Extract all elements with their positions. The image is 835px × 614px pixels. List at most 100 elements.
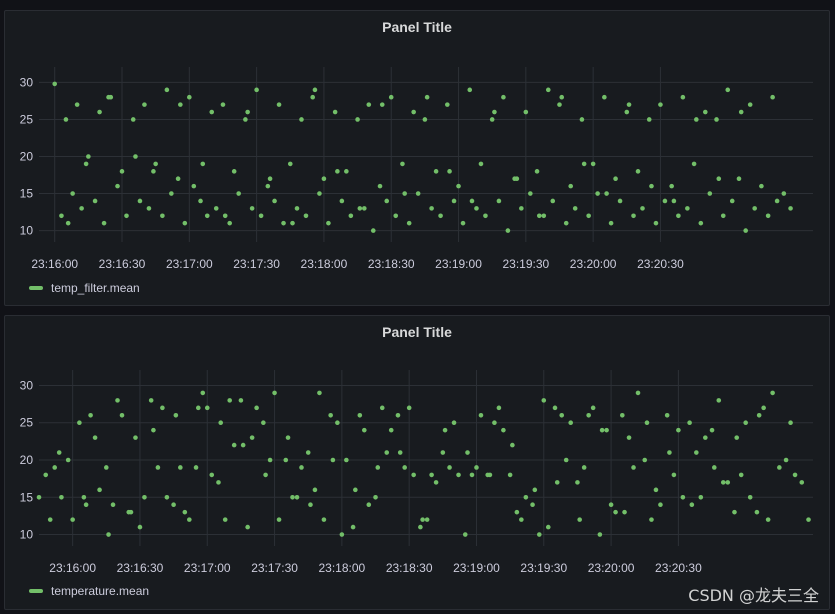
data-point xyxy=(305,450,311,455)
data-point xyxy=(541,398,547,403)
legend-label[interactable]: temperature.mean xyxy=(51,584,149,598)
x-tick-label: 23:19:30 xyxy=(520,561,567,575)
watermark: CSDN @龙夫三全 xyxy=(688,586,819,605)
data-point xyxy=(451,198,457,204)
data-point xyxy=(137,524,143,530)
x-tick-label: 23:18:30 xyxy=(386,561,433,575)
y-tick-label: 10 xyxy=(20,528,34,542)
data-point xyxy=(781,191,787,196)
x-tick-label: 23:18:30 xyxy=(368,257,415,271)
data-point xyxy=(303,213,309,219)
data-point xyxy=(613,176,618,182)
y-tick-label: 15 xyxy=(20,490,34,504)
data-point xyxy=(664,412,670,418)
data-point xyxy=(393,213,399,219)
data-point xyxy=(711,465,717,470)
data-point xyxy=(115,183,120,189)
data-point xyxy=(227,398,232,403)
data-point xyxy=(729,198,735,204)
data-point xyxy=(478,161,484,167)
data-point xyxy=(384,450,390,455)
data-point xyxy=(276,517,282,522)
data-point xyxy=(388,427,394,433)
data-point xyxy=(646,117,652,122)
data-point xyxy=(245,524,250,530)
data-point xyxy=(474,206,479,211)
data-point xyxy=(770,94,775,100)
data-point xyxy=(36,494,42,500)
data-point xyxy=(597,532,603,537)
data-point xyxy=(559,94,565,100)
data-point xyxy=(631,213,636,219)
data-point xyxy=(608,502,614,508)
data-point xyxy=(335,169,340,174)
data-point xyxy=(406,405,412,411)
legend[interactable]: temperature.mean xyxy=(29,584,149,598)
data-point xyxy=(146,206,152,211)
data-point xyxy=(424,517,430,522)
data-point xyxy=(624,109,630,115)
data-point xyxy=(173,412,179,418)
data-point xyxy=(171,502,176,508)
data-point xyxy=(119,169,125,174)
data-point xyxy=(507,472,513,478)
data-point xyxy=(245,109,250,115)
data-point xyxy=(175,176,181,182)
data-point xyxy=(680,94,686,100)
x-tick-label: 23:19:30 xyxy=(502,257,549,271)
data-point xyxy=(191,183,197,189)
data-point xyxy=(725,87,731,93)
data-point xyxy=(462,532,468,537)
data-point xyxy=(519,206,524,211)
series-temperature-mean xyxy=(36,390,811,537)
data-point xyxy=(151,427,156,433)
y-tick-label: 15 xyxy=(20,187,34,201)
data-point xyxy=(590,405,596,411)
data-point xyxy=(698,494,704,500)
data-point xyxy=(474,465,479,470)
data-point xyxy=(433,169,439,174)
data-point xyxy=(445,102,450,107)
data-point xyxy=(258,213,264,219)
data-point xyxy=(653,487,659,493)
data-point xyxy=(328,412,333,418)
data-point xyxy=(332,109,338,115)
data-point xyxy=(366,102,372,107)
data-point xyxy=(752,206,757,211)
data-point xyxy=(777,465,782,470)
legend[interactable]: temp_filter.mean xyxy=(29,281,140,295)
data-point xyxy=(182,220,188,226)
data-point xyxy=(765,213,771,219)
data-point xyxy=(595,191,600,196)
data-point xyxy=(492,109,497,115)
data-point xyxy=(317,191,322,196)
data-point xyxy=(411,472,416,478)
data-point xyxy=(714,117,719,122)
data-point xyxy=(195,405,201,411)
data-point xyxy=(694,117,699,122)
legend-swatch xyxy=(29,589,43,593)
data-point xyxy=(101,220,107,226)
data-point xyxy=(164,494,170,500)
data-point xyxy=(761,405,766,411)
data-point xyxy=(299,117,304,122)
x-tick-label: 23:17:30 xyxy=(233,257,280,271)
data-point xyxy=(720,480,726,485)
data-point xyxy=(83,161,89,167)
panel-temperature: Panel Title 10 15 20 25 30 23:16:00 23:16:30 23… xyxy=(4,315,830,610)
y-tick-label: 30 xyxy=(20,75,34,89)
data-point xyxy=(169,191,174,196)
data-point xyxy=(554,480,560,485)
data-point xyxy=(294,494,300,500)
legend-label[interactable]: temp_filter.mean xyxy=(51,281,140,295)
x-tick-label: 23:19:00 xyxy=(453,561,500,575)
data-point xyxy=(501,94,506,100)
data-point xyxy=(519,517,524,522)
data-point xyxy=(725,480,731,485)
data-point xyxy=(707,191,713,196)
data-point xyxy=(267,457,273,463)
data-point xyxy=(375,465,381,470)
data-point xyxy=(142,494,147,500)
data-point xyxy=(649,183,654,189)
data-point xyxy=(478,412,484,418)
